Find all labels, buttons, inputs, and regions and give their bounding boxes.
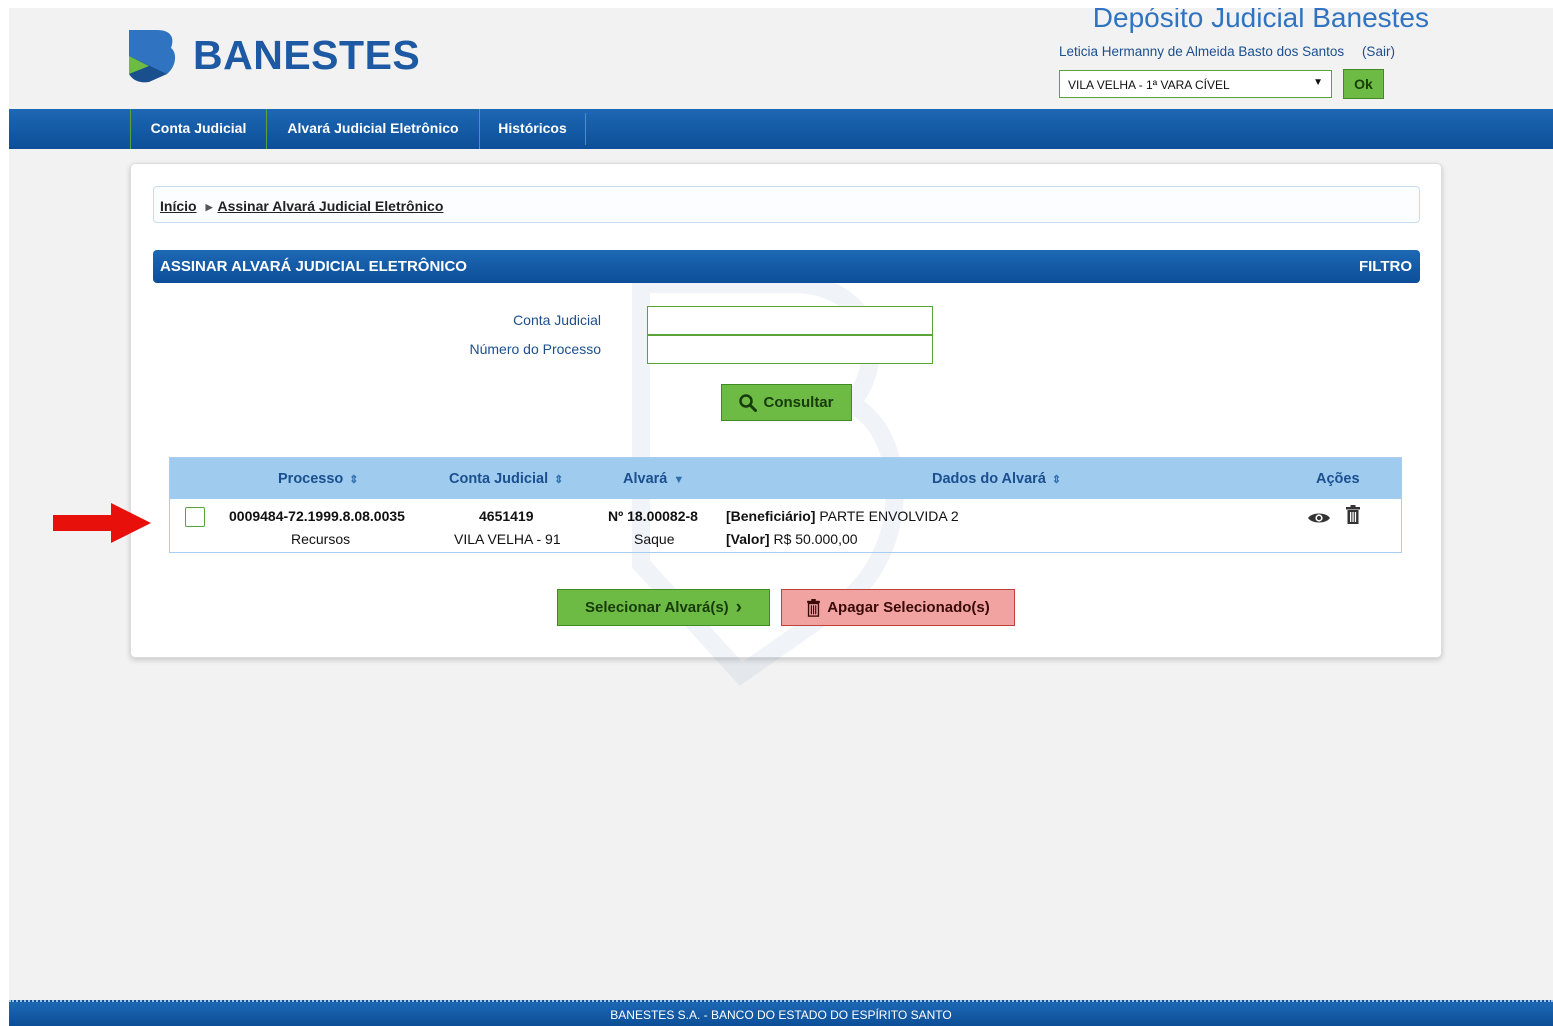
user-info: Leticia Hermanny de Almeida Basto dos Sa… (1059, 44, 1395, 59)
sort-desc-icon: ▼ (673, 474, 685, 486)
column-processo[interactable]: Processo ⇕ (278, 458, 359, 499)
chevron-right-icon: › (735, 596, 742, 618)
nav-divider (585, 113, 586, 145)
sort-icon: ⇕ (1051, 474, 1062, 486)
table-header: Processo ⇕ Conta Judicial ⇕ Alvará ▼ Dados … (170, 458, 1401, 499)
select-alvara-label: Selecionar Alvará(s) (584, 599, 729, 616)
column-alvara[interactable]: Alvará ▼ (623, 458, 684, 499)
site-title: Depósito Judicial Banestes (1092, 8, 1429, 33)
valor-label: [Valor] (726, 531, 770, 547)
logo-text: BANESTES (193, 31, 421, 78)
dropdown-arrow-icon: ▼ (1313, 77, 1323, 88)
select-alvara-button[interactable]: Selecionar Alvará(s) › (557, 589, 770, 626)
column-conta[interactable]: Conta Judicial ⇕ (449, 458, 563, 499)
banestes-logo[interactable]: BANESTES (127, 26, 420, 84)
column-dados[interactable]: Dados do Alvará ⇕ (932, 458, 1061, 499)
breadcrumb-current[interactable]: Assinar Alvará Judicial Eletrônico (217, 198, 443, 214)
cell-conta: 4651419 (479, 508, 534, 524)
beneficiario-label: [Beneficiário] (726, 508, 816, 524)
column-processo-label: Processo (278, 471, 344, 487)
delete-selected-label: Apagar Selecionado(s) (827, 599, 990, 616)
court-select[interactable]: VILA VELHA - 1ª VARA CÍVEL ▼ (1059, 70, 1332, 98)
page: BANESTES Depósito Judicial Banestes Leti… (9, 8, 1553, 1026)
numero-processo-input[interactable] (647, 335, 933, 364)
column-alvara-label: Alvará (623, 471, 668, 487)
column-conta-label: Conta Judicial (449, 471, 549, 487)
filter-label[interactable]: FILTRO (1359, 250, 1412, 284)
cell-conta-sub: VILA VELHA - 91 (454, 531, 561, 547)
section-header: ASSINAR ALVARÁ JUDICIAL ELETRÔNICO FILTR… (153, 250, 1420, 283)
cell-alvara-sub: Saque (634, 531, 675, 547)
logout-link[interactable]: (Sair) (1362, 44, 1395, 59)
cell-processo-sub: Recursos (291, 531, 351, 547)
footer: BANESTES S.A. - BANCO DO ESTADO DO ESPÍR… (9, 1000, 1553, 1026)
breadcrumb: Início ▶ Assinar Alvará Judicial Eletrônic… (153, 186, 1420, 223)
column-dados-label: Dados do Alvará (932, 471, 1046, 487)
conta-judicial-input[interactable] (647, 306, 933, 335)
sort-icon: ⇕ (554, 474, 564, 486)
consultar-button[interactable]: Consultar (721, 384, 852, 421)
header: BANESTES Depósito Judicial Banestes Leti… (9, 8, 1553, 108)
cell-valor: [Valor] R$ 50.000,00 (726, 531, 858, 547)
delete-selected-button[interactable]: Apagar Selecionado(s) (781, 589, 1015, 626)
main-nav: Conta Judicial Alvará Judicial Eletrônic… (9, 109, 1553, 149)
row-checkbox[interactable] (185, 507, 205, 527)
cell-processo: 0009484-72.1999.8.08.0035 (229, 508, 405, 524)
trash-icon (807, 598, 821, 617)
breadcrumb-home[interactable]: Início (160, 198, 197, 214)
column-acoes: Ações (1316, 471, 1360, 487)
banestes-logo-icon (129, 30, 176, 83)
search-icon (739, 393, 758, 412)
cell-beneficiario: [Beneficiário] PARTE ENVOLVIDA 2 (726, 508, 959, 524)
numero-processo-label: Número do Processo (469, 341, 601, 357)
beneficiario-value: PARTE ENVOLVIDA 2 (819, 508, 959, 524)
alvara-table: Processo ⇕ Conta Judicial ⇕ Alvará ▼ Dados … (169, 457, 1402, 553)
ok-button[interactable]: Ok (1343, 69, 1384, 99)
view-eye-icon[interactable] (1307, 510, 1331, 526)
cell-alvara: Nº 18.00082-8 (608, 508, 698, 524)
breadcrumb-caret-icon: ▶ (205, 202, 213, 212)
conta-judicial-label: Conta Judicial (513, 312, 601, 328)
trash-icon[interactable] (1345, 505, 1361, 525)
sort-icon: ⇕ (349, 474, 359, 486)
user-name: Leticia Hermanny de Almeida Basto dos Sa… (1059, 44, 1345, 59)
red-arrow-icon (53, 503, 151, 543)
section-title: ASSINAR ALVARÁ JUDICIAL ELETRÔNICO (160, 258, 467, 275)
nav-item-conta-judicial[interactable]: Conta Judicial (130, 109, 266, 149)
content-panel: Início ▶ Assinar Alvará Judicial Eletrônic… (130, 163, 1442, 686)
valor-value: R$ 50.000,00 (773, 531, 858, 547)
nav-item-alvara-judicial[interactable]: Alvará Judicial Eletrônico (266, 109, 479, 149)
nav-item-historicos[interactable]: Históricos (479, 109, 585, 149)
court-select-value: VILA VELHA - 1ª VARA CÍVEL (1068, 78, 1230, 92)
consultar-label: Consultar (763, 394, 834, 411)
